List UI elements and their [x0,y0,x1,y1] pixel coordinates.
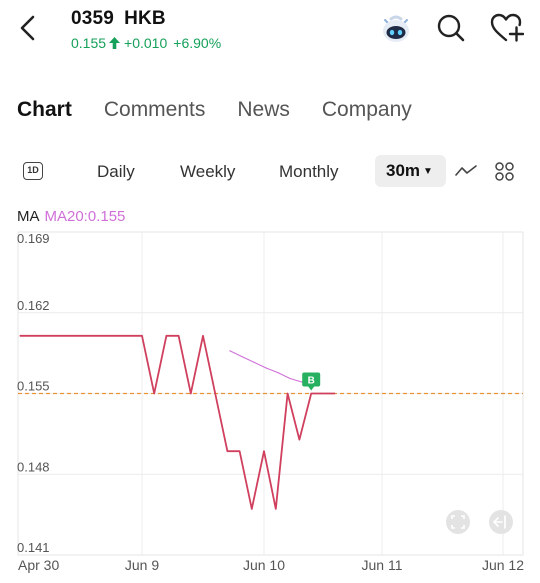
tab-chart[interactable]: Chart [17,98,72,132]
robot-icon[interactable] [380,14,412,44]
indicator-legend: MA MA20:0.155 [17,208,125,225]
back-arrow-icon[interactable] [14,12,42,44]
x-tick-label: Jun 11 [362,557,403,573]
ma20-point [301,381,303,383]
tab-comments[interactable]: Comments [104,98,206,132]
price-point [190,392,192,395]
price-point [322,392,324,395]
period-daily[interactable]: Daily [97,162,135,182]
up-arrow-icon [109,37,121,49]
ma-label: MA [17,208,40,225]
ma20-point [229,350,231,352]
heart-add-icon[interactable] [490,12,524,44]
caret-down-icon: ▼ [423,166,433,177]
price-point [202,335,204,337]
x-tick-label: Apr 30 [18,557,59,573]
price-point [263,450,265,452]
period-monthly[interactable]: Monthly [279,162,339,182]
y-tick-label: 0.141 [17,540,50,555]
last-price: 0.155 [71,35,107,51]
y-tick-label: 0.148 [17,459,50,474]
price-point [298,439,300,441]
ma20-value: MA20:0.155 [44,208,126,225]
y-tick-label: 0.155 [17,379,50,394]
price-point [334,392,336,395]
period-1d-button[interactable]: 1D [23,162,43,180]
period-30m-label: 30m [386,161,421,180]
price-change-percent: +6.90% [173,35,222,51]
ma20-point [253,361,255,363]
price-series-line [20,334,335,510]
x-tick-label: Jun 12 [482,557,524,573]
price-point [239,450,241,452]
grid-layout-icon[interactable] [495,162,514,181]
search-icon[interactable] [436,13,466,43]
price-change: +0.010 [124,35,168,51]
x-tick-label: Jun 9 [125,557,159,573]
price-chart[interactable]: 0.169 0.162 0.155 0.148 0.141 Apr 30 Jun 9 Jun … [0,226,540,583]
quote-line: 0.155 +0.010 +6.90% [71,35,221,51]
line-chart-icon[interactable] [455,162,477,180]
period-weekly[interactable]: Weekly [180,162,235,182]
price-point [275,508,277,510]
header: 0359 HKB 0.155 +0.010 +6.90% [0,0,540,64]
price-point [287,392,289,395]
period-selector: 1D Daily Weekly Monthly 30m ▼ [0,154,540,190]
price-point [19,335,21,337]
price-point [178,335,180,337]
x-tick-label: Jun 10 [243,557,285,573]
ma20-point [241,355,243,358]
tab-news[interactable]: News [237,98,290,132]
ma20-point [277,372,279,374]
price-point [226,450,228,452]
ma20-point [265,367,267,369]
price-point [214,392,216,395]
market-code: HKB [124,8,166,29]
price-point [310,392,312,395]
period-30m-dropdown[interactable]: 30m ▼ [375,155,446,187]
buy-marker-label: B [308,376,315,387]
ma20-point [289,377,291,380]
fullscreen-button[interactable] [446,510,470,534]
symbol-line: 0359 HKB [71,8,221,30]
stock-title: 0359 HKB 0.155 +0.010 +6.90% [71,8,221,51]
tab-company[interactable]: Company [322,98,412,132]
section-tabs: Chart Comments News Company [17,98,444,132]
y-tick-label: 0.169 [17,231,50,246]
stock-symbol: 0359 [71,8,115,29]
price-point [251,508,253,510]
y-tick-label: 0.162 [17,298,50,313]
price-point [153,392,155,395]
price-point [165,335,167,337]
price-point [141,335,143,337]
